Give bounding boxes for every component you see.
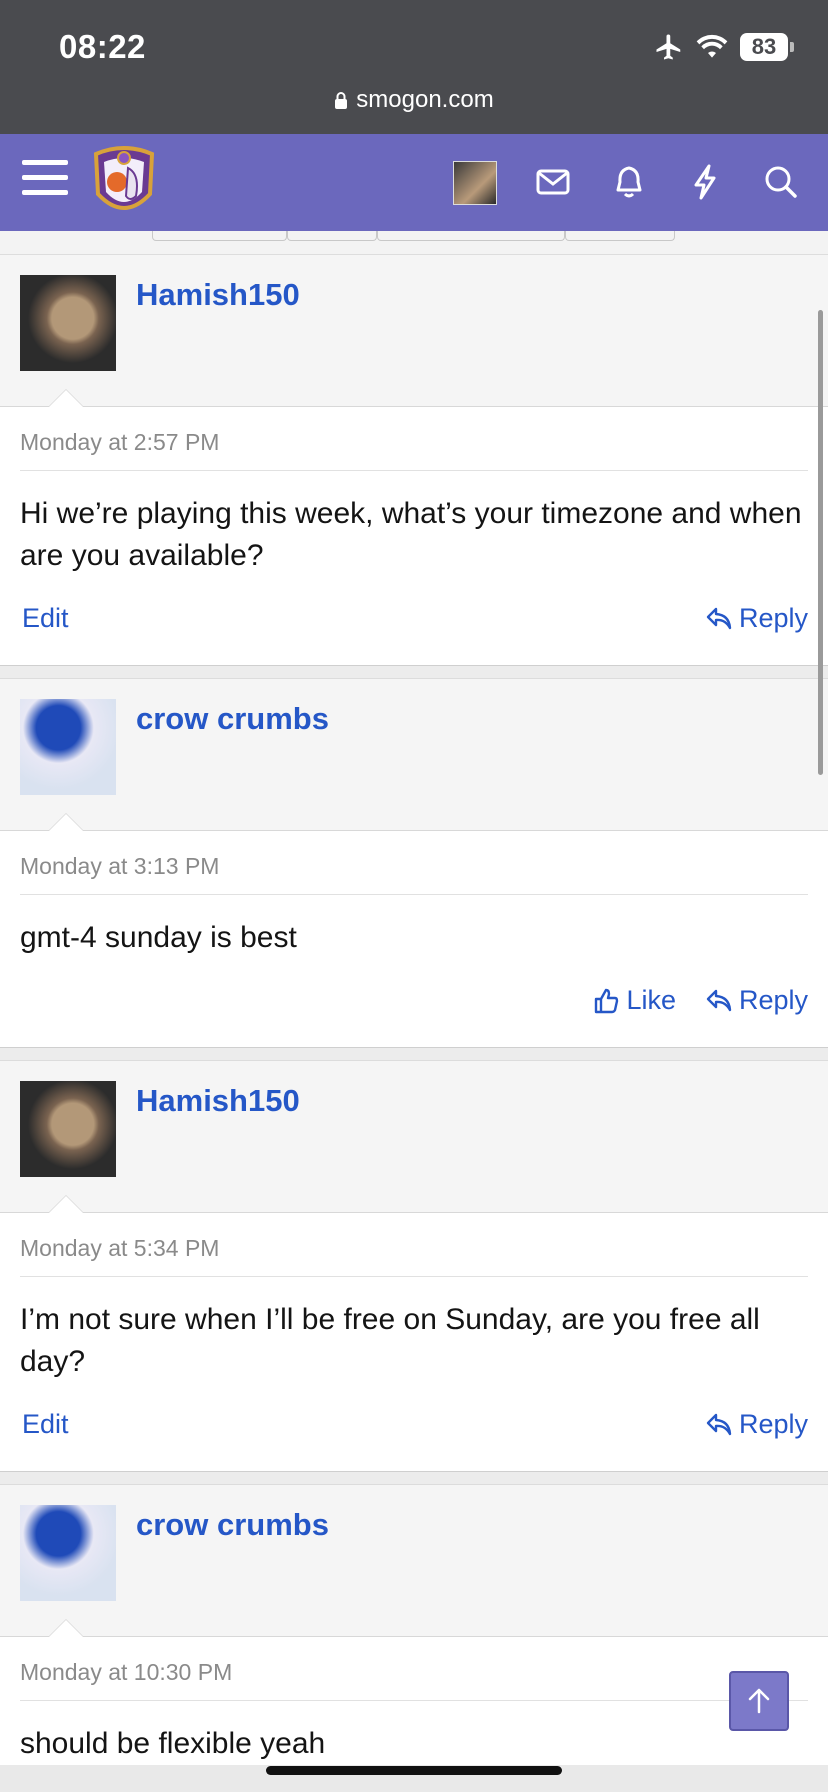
username-link[interactable]: Hamish150 [136, 277, 300, 313]
airplane-icon [656, 34, 681, 60]
username-link[interactable]: crow crumbs [136, 701, 329, 737]
message: crow crumbs Monday at 3:13 PM gmt-4 sund… [0, 679, 828, 1047]
lock-icon [335, 92, 348, 109]
bolt-icon[interactable] [685, 162, 725, 202]
post-text: gmt-4 sunday is best [20, 921, 297, 954]
message: crow crumbs Monday at 10:30 PM should be… [0, 1485, 828, 1765]
message-header: Hamish150 [0, 255, 828, 407]
reply-icon [706, 1413, 732, 1435]
post-date[interactable]: Monday at 10:30 PM [20, 1637, 808, 1701]
edit-label: Edit [22, 1409, 69, 1439]
post-text: Hi we’re playing this week, what’s your … [20, 497, 802, 572]
reply-button[interactable]: Reply [705, 603, 808, 634]
post-date[interactable]: Monday at 3:13 PM [20, 831, 808, 895]
battery-level: 83 [740, 33, 788, 61]
tab-stub[interactable] [565, 231, 675, 241]
battery-icon: 83 [740, 33, 794, 61]
post-date[interactable]: Monday at 2:57 PM [20, 407, 808, 471]
message: Hamish150 Monday at 5:34 PM I’m not sure… [0, 1061, 828, 1471]
arrow-up-icon [748, 1688, 770, 1714]
address-bar[interactable]: smogon.com [0, 86, 828, 114]
reply-button[interactable]: Reply [705, 985, 808, 1016]
bell-icon[interactable] [609, 162, 649, 202]
tab-strip [0, 231, 828, 255]
post-text: should be flexible yeah [20, 1727, 326, 1760]
like-label: Like [626, 985, 676, 1015]
edit-button[interactable]: Edit [22, 1409, 69, 1440]
reply-icon [706, 989, 732, 1011]
reply-label: Reply [738, 985, 808, 1015]
thumbs-up-icon [595, 988, 619, 1013]
site-nav [0, 134, 828, 231]
reply-button[interactable]: Reply [705, 1409, 808, 1440]
avatar[interactable] [20, 275, 116, 371]
site-logo[interactable] [90, 144, 158, 222]
username-link[interactable]: Hamish150 [136, 1083, 300, 1119]
status-bar: 08:22 83 smogon.com [0, 0, 828, 134]
message-feed: Hamish150 Monday at 2:57 PM Hi we’re pla… [0, 255, 828, 1765]
reply-icon [706, 607, 732, 629]
mail-icon[interactable] [533, 162, 573, 202]
edit-button[interactable]: Edit [22, 603, 69, 634]
message-header: crow crumbs [0, 679, 828, 831]
menu-icon[interactable] [22, 160, 68, 206]
user-avatar[interactable] [453, 161, 497, 205]
url-text: smogon.com [356, 86, 494, 113]
status-icons: 83 [654, 32, 794, 62]
edit-label: Edit [22, 603, 69, 633]
message-header: Hamish150 [0, 1061, 828, 1213]
avatar[interactable] [20, 1505, 116, 1601]
search-icon[interactable] [761, 162, 801, 202]
reply-label: Reply [738, 1409, 808, 1439]
status-time: 08:22 [59, 28, 146, 65]
avatar[interactable] [20, 1081, 116, 1177]
tab-stub[interactable] [152, 231, 287, 241]
scrollbar[interactable] [818, 310, 823, 775]
post-date[interactable]: Monday at 5:34 PM [20, 1213, 808, 1277]
wifi-icon [696, 34, 728, 58]
avatar[interactable] [20, 699, 116, 795]
post-text: I’m not sure when I’ll be free on Sunday… [20, 1303, 760, 1378]
home-indicator[interactable] [266, 1766, 562, 1775]
like-button[interactable]: Like [592, 985, 676, 1016]
scroll-to-top-button[interactable] [729, 1671, 789, 1731]
message-header: crow crumbs [0, 1485, 828, 1637]
username-link[interactable]: crow crumbs [136, 1507, 329, 1543]
message: Hamish150 Monday at 2:57 PM Hi we’re pla… [0, 255, 828, 665]
tab-stub[interactable] [287, 231, 377, 241]
reply-label: Reply [738, 603, 808, 633]
tab-stub[interactable] [377, 231, 565, 241]
